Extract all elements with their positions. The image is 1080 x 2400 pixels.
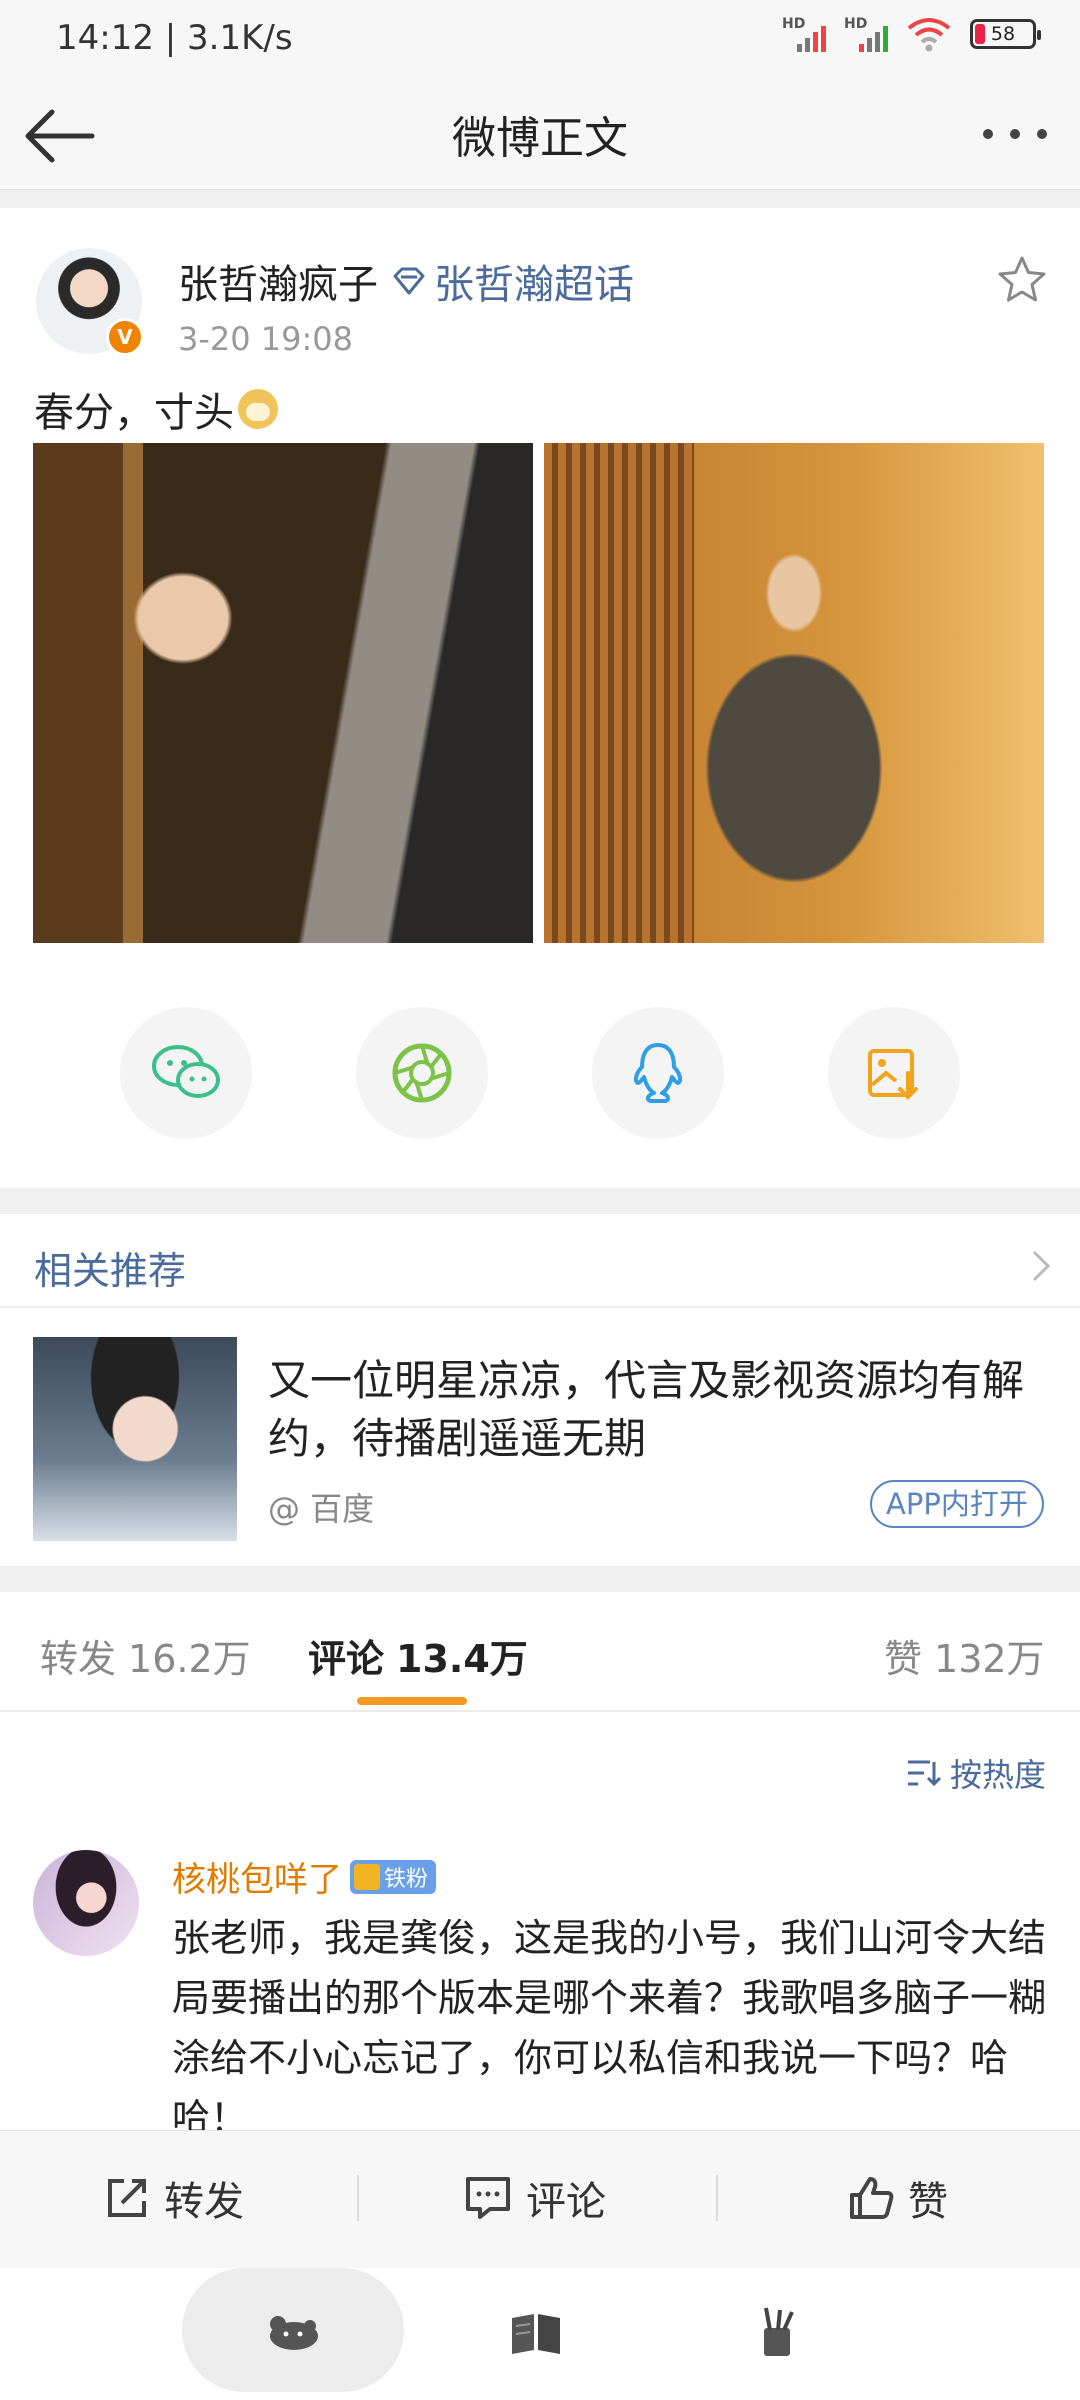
post-time: 3-20 19:08 — [178, 320, 354, 358]
crown-icon — [354, 1863, 380, 1890]
commenter-info: 核桃包咩了 铁粉 — [172, 1852, 437, 1901]
related-section-title[interactable]: 相关推荐 — [34, 1240, 186, 1295]
repost-button[interactable]: 转发 — [104, 2169, 244, 2227]
tab-likes-label: 赞 — [884, 1637, 923, 1681]
related-thumbnail[interactable] — [33, 1337, 237, 1541]
repost-icon — [108, 2179, 146, 2217]
signal-icon: HD — [844, 16, 888, 52]
pen-holder-icon[interactable] — [748, 2304, 808, 2360]
section-separator — [0, 1566, 1080, 1592]
pet-icon[interactable] — [264, 2304, 324, 2360]
author-name[interactable]: 张哲瀚疯子 — [178, 252, 378, 310]
battery-level: 58 — [990, 23, 1016, 45]
sort-icon — [907, 1760, 942, 1787]
divider — [716, 2175, 718, 2221]
divider — [0, 1306, 1080, 1308]
share-moments-button[interactable] — [356, 1007, 488, 1139]
tab-repost[interactable]: 转发 16.2万 — [40, 1628, 251, 1683]
thumbs-up-icon — [850, 2177, 894, 2219]
post-image-2[interactable] — [544, 443, 1044, 943]
like-label: 赞 — [908, 2179, 948, 2225]
super-topic-label: 张哲瀚超话 — [434, 262, 634, 308]
sort-label: 按热度 — [949, 1756, 1046, 1794]
status-icons: HD HD 58 — [782, 16, 1041, 52]
status-time: 14:12 | 3.1K/s — [56, 18, 293, 58]
share-wechat-button[interactable] — [120, 1007, 252, 1139]
active-tab-indicator — [357, 1697, 467, 1705]
action-bar: 转发 评论 赞 — [0, 2130, 1080, 2268]
like-button[interactable]: 赞 — [848, 2169, 948, 2227]
fan-badge-label: 铁粉 — [384, 1866, 429, 1892]
moments-icon — [392, 1043, 452, 1103]
book-icon[interactable] — [506, 2304, 566, 2360]
verified-badge: V — [106, 318, 144, 356]
tab-comments-count: 13.4万 — [396, 1637, 528, 1681]
repost-label: 转发 — [164, 2179, 244, 2225]
wechat-icon — [152, 1045, 220, 1098]
signal-icon: HD — [782, 16, 826, 52]
open-in-app-button[interactable]: APP内打开 — [870, 1480, 1044, 1528]
tab-comments[interactable]: 评论 13.4万 — [308, 1628, 528, 1683]
chevron-right-icon[interactable] — [1030, 1248, 1054, 1284]
divider — [357, 2175, 359, 2221]
tab-repost-label: 转发 — [40, 1637, 117, 1681]
battery-icon: 58 — [970, 19, 1041, 49]
section-separator — [0, 190, 1080, 208]
post-body: 春分，寸头 — [34, 390, 234, 436]
commenter-avatar[interactable] — [33, 1850, 139, 1956]
page-title: 微博正文 — [452, 113, 628, 164]
commenter-name[interactable]: 核桃包咩了 — [172, 1852, 342, 1901]
tab-likes-count: 132万 — [934, 1637, 1045, 1681]
post-image-1[interactable] — [33, 443, 533, 943]
navigation-bar: 微博正文 — [0, 80, 1080, 190]
share-qq-button[interactable] — [592, 1007, 724, 1139]
post-text: 春分，寸头 — [34, 380, 278, 438]
tab-likes[interactable]: 赞 132万 — [884, 1628, 1045, 1683]
related-headline[interactable]: 又一位明星凉凉，代言及影视资源均有解约，待播剧遥遥无期 — [268, 1352, 1058, 1468]
diamond-icon — [393, 267, 425, 295]
super-topic-link[interactable]: 张哲瀚超话 — [392, 252, 634, 310]
tab-comments-label: 评论 — [308, 1637, 385, 1681]
status-bar: 14:12 | 3.1K/s HD HD 58 — [0, 0, 1080, 80]
wifi-icon — [907, 18, 951, 52]
bottom-navigation — [0, 2268, 1080, 2400]
related-source: @ 百度 — [268, 1490, 375, 1528]
sort-by-hot-button[interactable]: 按热度 — [906, 1750, 1046, 1796]
comment-icon — [466, 2177, 510, 2219]
save-image-icon — [868, 1049, 918, 1100]
doge-emoji-icon — [238, 389, 278, 429]
section-separator — [0, 1188, 1080, 1214]
save-image-button[interactable] — [828, 1007, 960, 1139]
qq-icon — [633, 1043, 683, 1103]
fan-badge: 铁粉 — [350, 1859, 437, 1894]
comment-text[interactable]: 张老师，我是龚俊，这是我的小号，我们山河令大结局要播出的那个版本是哪个来着？我歌… — [172, 1908, 1052, 2140]
comment-label: 评论 — [526, 2179, 606, 2225]
comment-button[interactable]: 评论 — [464, 2169, 606, 2227]
tab-repost-count: 16.2万 — [128, 1637, 251, 1681]
interaction-tabs: 转发 16.2万 评论 13.4万 赞 132万 — [0, 1592, 1080, 1712]
favorite-star-icon[interactable] — [996, 254, 1048, 306]
more-options-icon[interactable] — [980, 116, 1050, 152]
